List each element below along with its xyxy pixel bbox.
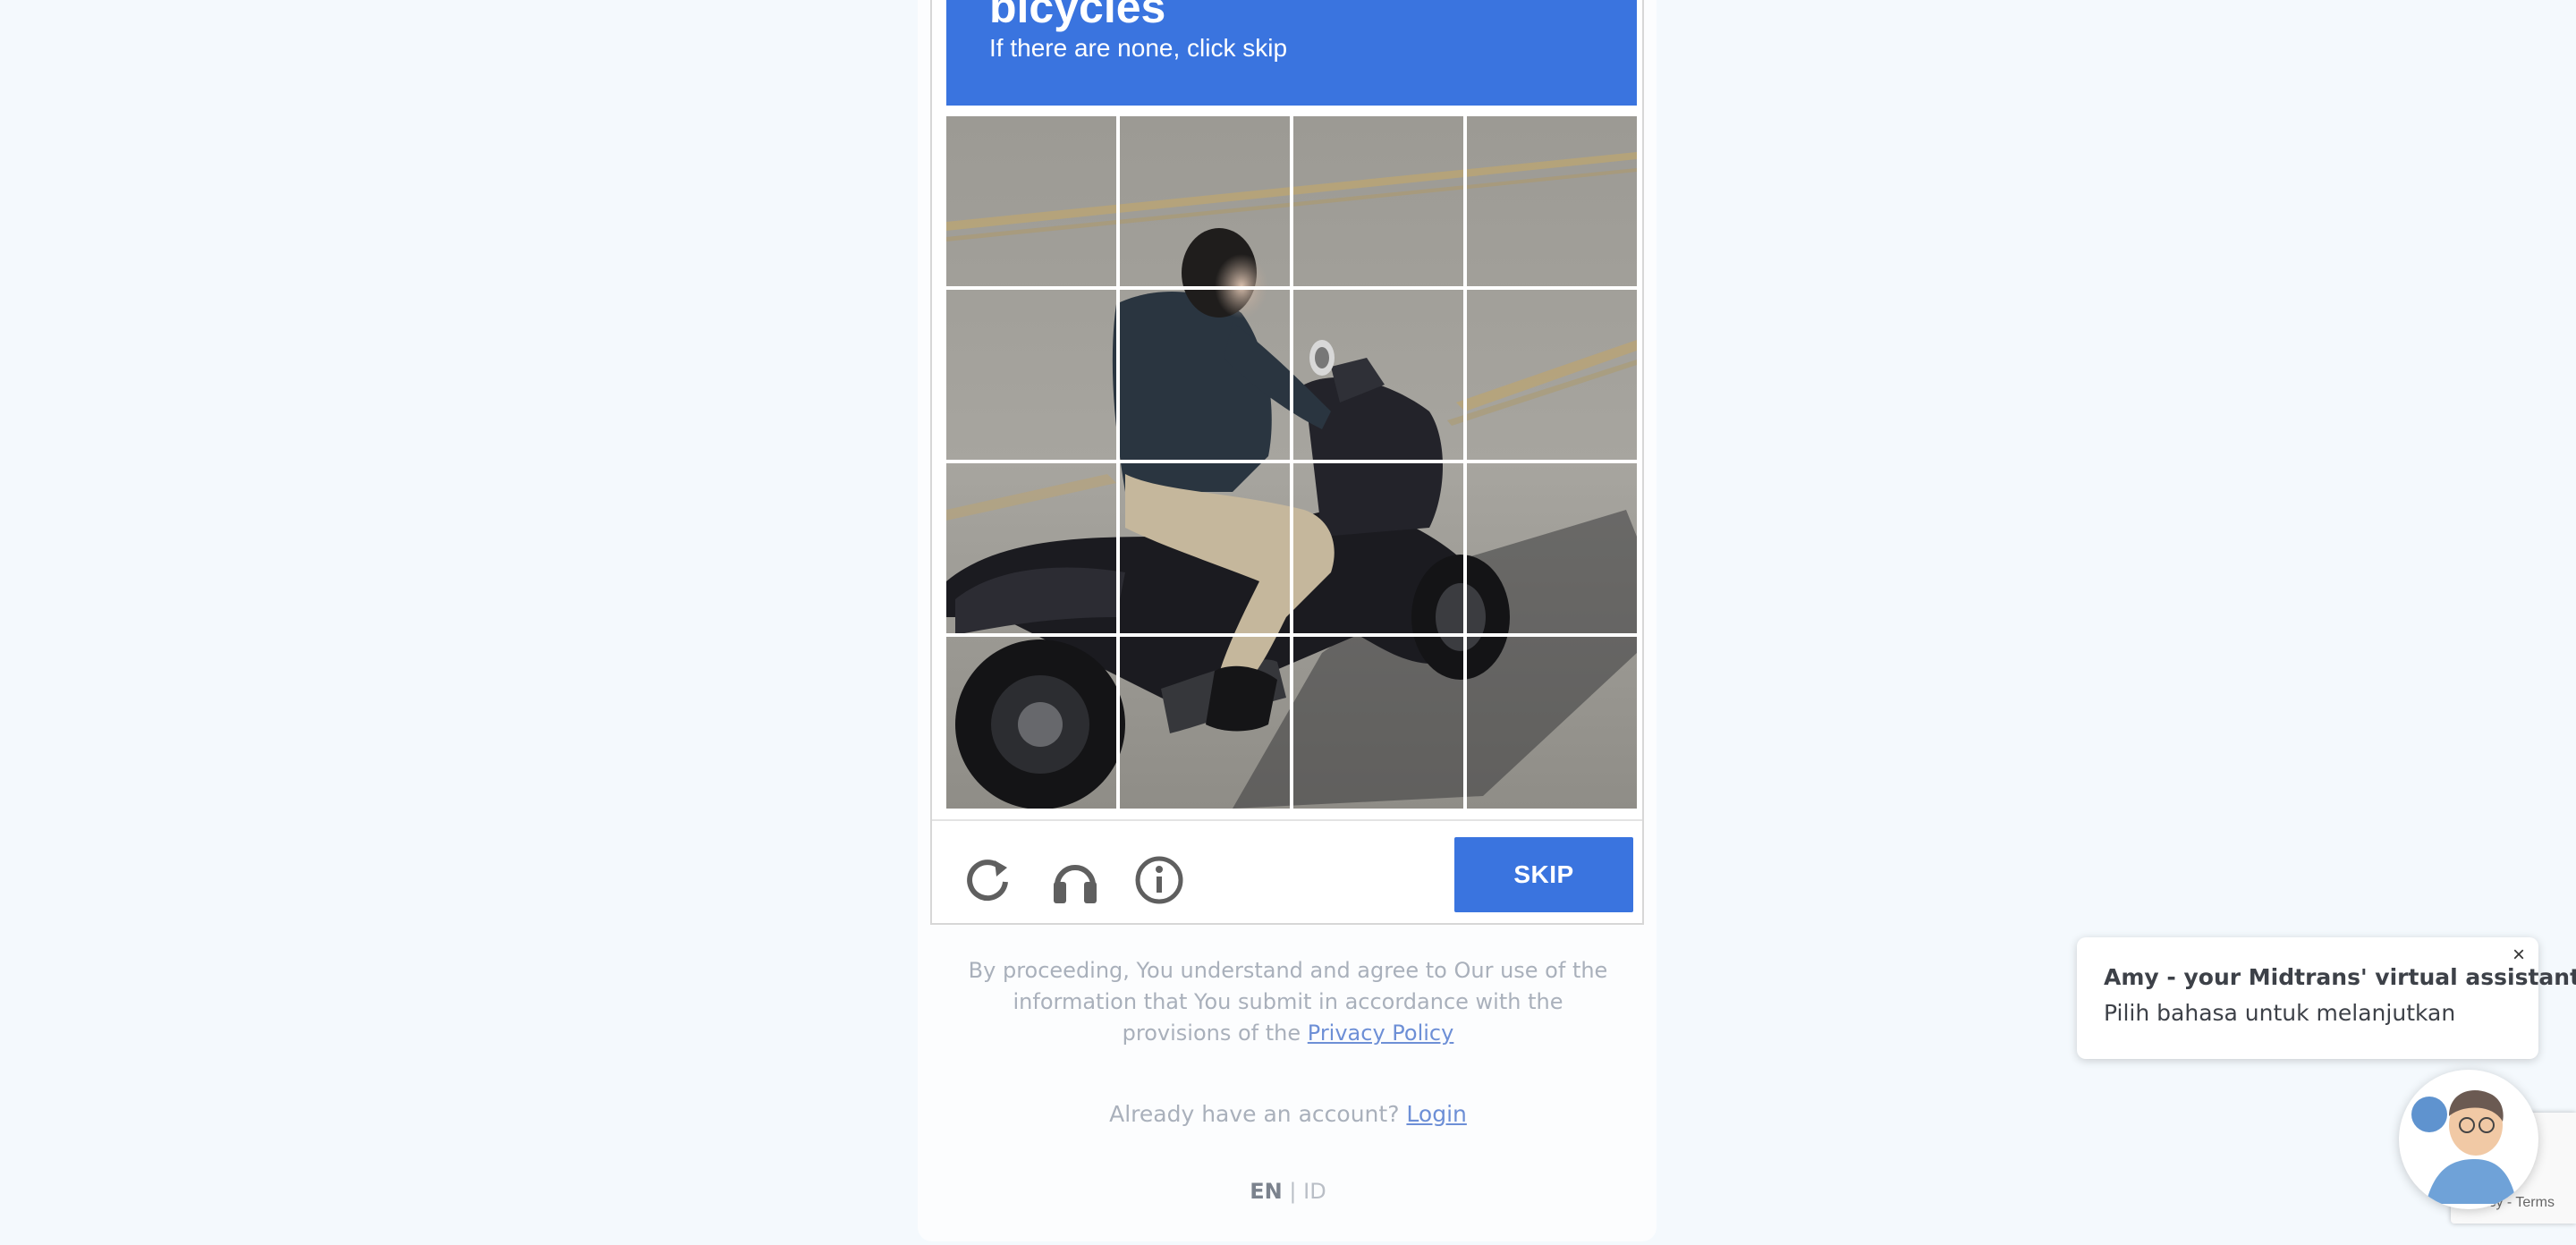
language-option-en[interactable]: EN [1250,1179,1282,1204]
info-icon[interactable] [1134,855,1184,905]
consent-text: By proceeding, You understand and agree … [957,955,1619,1049]
close-icon[interactable]: × [2508,944,2529,966]
captcha-tile[interactable] [946,290,1116,460]
captcha-tile[interactable] [1293,637,1463,807]
assistant-bubble: × Amy - your Midtrans' virtual assistant… [2077,937,2576,1059]
captcha-instructions: bicycles If there are none, click skip [946,0,1637,106]
captcha-tile[interactable] [1467,637,1637,807]
captcha-tile[interactable] [946,637,1116,807]
captcha-tile[interactable] [1120,116,1290,286]
login-prompt-text: Already have an account? [1109,1101,1407,1127]
captcha-instruction-sub: If there are none, click skip [989,34,1288,62]
language-option-id[interactable]: ID [1303,1179,1326,1204]
captcha-tile-grid [946,116,1637,809]
consent-body: By proceeding, You understand and agree … [968,958,1608,1046]
assistant-message: Pilih bahasa untuk melanjutkan [2104,1000,2456,1026]
language-switcher: EN | ID [957,1175,1619,1207]
headphones-icon[interactable] [1050,855,1100,905]
reload-icon[interactable] [964,855,1014,905]
login-link[interactable]: Login [1406,1101,1466,1127]
captcha-tile[interactable] [1120,290,1290,460]
captcha-tile[interactable] [1120,637,1290,807]
captcha-target-word: bicycles [989,0,1166,32]
skip-button[interactable]: SKIP [1454,837,1633,912]
captcha-tile[interactable] [1467,290,1637,460]
captcha-tile[interactable] [946,116,1116,286]
login-prompt: Already have an account? Login [957,1098,1619,1131]
captcha-tile[interactable] [1467,463,1637,633]
captcha-tile[interactable] [946,463,1116,633]
captcha-footer: SKIP [932,819,1642,925]
captcha-tile[interactable] [1120,463,1290,633]
language-separator: | [1289,1179,1297,1204]
captcha-challenge: bicycles If there are none, click skip S… [930,0,1644,925]
assistant-title: Amy - your Midtrans' virtual assistant [2104,964,2576,990]
captcha-tile[interactable] [1293,463,1463,633]
captcha-tile[interactable] [1467,116,1637,286]
captcha-tile[interactable] [1293,116,1463,286]
captcha-tile[interactable] [1293,290,1463,460]
assistant-avatar-icon [2406,1077,2531,1204]
privacy-policy-link[interactable]: Privacy Policy [1308,1021,1454,1046]
assistant-avatar[interactable] [2399,1070,2538,1209]
